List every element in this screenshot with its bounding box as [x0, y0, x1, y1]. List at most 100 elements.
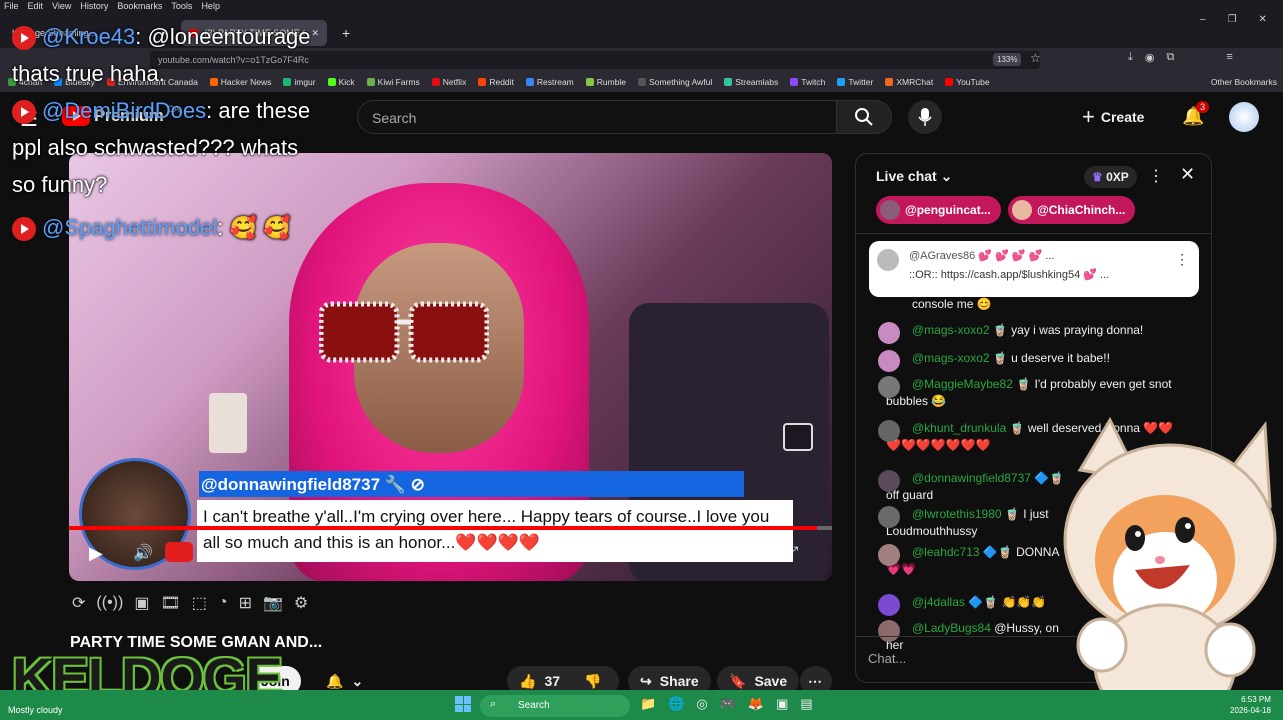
extension-icon[interactable]: ◉	[1145, 51, 1155, 64]
bookmark-item[interactable]: Restream	[525, 77, 574, 87]
play-icon[interactable]: ▶	[89, 543, 103, 564]
resize-icon[interactable]: ⬚	[192, 593, 207, 613]
message-username: @lwrotethis1980 🧋	[912, 507, 1020, 521]
discord-icon[interactable]: 🎮	[720, 696, 736, 712]
fullscreen-icon[interactable]: ⤢	[787, 543, 798, 560]
minimize-icon[interactable]: –	[1200, 14, 1206, 25]
taskbar-search[interactable]: Search	[480, 695, 630, 717]
bookmark-icon: 🔖	[729, 672, 747, 689]
bookmark-favicon-icon	[366, 78, 375, 86]
candle-jar	[209, 393, 247, 453]
puzzle-icon[interactable]: ⧉	[1166, 51, 1174, 64]
loop-icon[interactable]: ⟳	[72, 593, 85, 613]
bookmark-label: YouTube	[956, 77, 990, 87]
menu-item-help[interactable]: Help	[201, 1, 220, 11]
search-icon: ⌕	[490, 698, 497, 710]
bookmark-item[interactable]: Twitter	[837, 77, 873, 87]
bookmark-star-icon[interactable]: ☆	[1030, 51, 1041, 65]
firefox-icon[interactable]: 🦊	[748, 696, 764, 712]
overlay-username: @Kroe43	[42, 24, 136, 49]
app-icon[interactable]: ▣	[776, 696, 788, 712]
screenshot-icon[interactable]: ▣	[134, 593, 149, 613]
volume-icon[interactable]: 🔊	[133, 543, 153, 563]
overlay-message: @Spaghettimodel: 🥰 🥰	[12, 209, 312, 246]
speed-icon[interactable]: ◔	[218, 594, 228, 612]
zoom-indicator[interactable]: 133%	[993, 53, 1022, 66]
chat-message: @MaggieMaybe82 🧋 I'd probably even get s…	[878, 376, 1186, 410]
create-button[interactable]: + Create	[1082, 102, 1162, 132]
new-tab-button[interactable]: +	[334, 20, 354, 46]
overlay-username: @DemiBirdDoes	[42, 98, 207, 123]
menu-item-file[interactable]: File	[4, 1, 19, 11]
menu-item-edit[interactable]: Edit	[28, 1, 44, 11]
close-window-icon[interactable]: ✕	[1259, 14, 1267, 25]
download-icon[interactable]: ⤓	[1128, 51, 1133, 64]
cast-icon[interactable]: ((•))	[96, 594, 123, 612]
voice-search-button[interactable]	[908, 100, 942, 134]
close-icon[interactable]: ✕	[311, 28, 319, 39]
menu-icon[interactable]: ≡	[1226, 51, 1232, 64]
youtube-icon	[12, 26, 36, 51]
notifications-button[interactable]: 🔔 3	[1182, 101, 1210, 127]
pinned-avatar	[877, 249, 899, 271]
sunglasses-image	[319, 301, 489, 363]
xp-badge[interactable]: ♛ 0XP	[1084, 166, 1137, 188]
like-icon[interactable]: 👍	[519, 673, 536, 690]
weather-widget[interactable]: Mostly cloudy	[8, 705, 63, 715]
bookmark-item[interactable]: Reddit	[478, 77, 514, 87]
menu-item-history[interactable]: History	[80, 1, 108, 11]
theater-mode-icon[interactable]: ▭	[743, 543, 756, 560]
search-input[interactable]: Search	[357, 100, 837, 134]
search-icon	[855, 108, 873, 126]
like-count: 37	[544, 673, 561, 689]
bookmark-item[interactable]: Something Awful	[638, 77, 712, 87]
menu-item-bookmarks[interactable]: Bookmarks	[117, 1, 162, 11]
ticker-item[interactable]: @penguincat...	[876, 196, 1001, 224]
enhancer-toolbar: ⟳ ((•)) ▣ 🎞 ⬚ ◔ ⊞ 📷 ⚙	[72, 590, 372, 616]
windows-start-icon[interactable]	[455, 696, 471, 712]
message-username: @leahdc713 🔷🧋	[912, 545, 1013, 559]
bookmark-item[interactable]: Streamlabs	[724, 77, 778, 87]
chrome-icon[interactable]: ◎	[696, 696, 707, 712]
picture-in-picture-icon[interactable]	[783, 423, 813, 451]
bookmark-item[interactable]: YouTube	[945, 77, 990, 87]
live-chat-mode-dropdown[interactable]: Live chat ⌄	[876, 168, 952, 185]
dislike-icon[interactable]: 👎	[584, 673, 601, 690]
menu-item-tools[interactable]: Tools	[171, 1, 192, 11]
browser-toolbar-icons: ⤓ ◉ ⧉ ≡	[1128, 51, 1233, 64]
message-username: @mags-xoxo2 🧋	[912, 351, 1008, 365]
ticker-label: @penguincat...	[905, 203, 991, 217]
bookmark-label: Twitch	[801, 77, 826, 87]
other-bookmarks[interactable]: Other Bookmarks	[1211, 77, 1283, 87]
pinned-message[interactable]: @AGraves86 💕 💕 💕 💕 ... ::OR:: https://ca…	[869, 241, 1199, 297]
create-label: Create	[1100, 109, 1145, 125]
search-button[interactable]	[836, 100, 892, 134]
close-icon[interactable]: ✕	[1180, 164, 1195, 185]
film-icon[interactable]: 🎞	[160, 593, 180, 613]
bookmark-favicon-icon	[585, 78, 594, 86]
edge-browser-icon[interactable]: 🌐	[668, 696, 684, 712]
bookmark-item[interactable]: Rumble	[585, 77, 626, 87]
more-options-icon[interactable]: ⋮	[1148, 166, 1164, 186]
bookmark-item[interactable]: Kick	[327, 77, 355, 87]
progress-bar[interactable]	[69, 526, 832, 530]
taskbar-clock[interactable]: 6:53 PM 2026-04-18	[1230, 694, 1271, 716]
avatar[interactable]	[1229, 102, 1259, 132]
file-explorer-icon[interactable]: 📁	[640, 696, 656, 712]
pinned-menu-icon[interactable]: ⋮	[1175, 251, 1189, 268]
bookmark-item[interactable]: Netflix	[431, 77, 466, 87]
camera-icon[interactable]: 📷	[263, 593, 283, 613]
gear-icon[interactable]: ⚙	[294, 593, 308, 613]
bookmark-item[interactable]: Kiwi Farms	[366, 77, 420, 87]
overlay-message: @DemiBirdDoes: are these ppl also schwas…	[12, 98, 311, 197]
share-icon: ↪	[640, 672, 652, 689]
bookmark-item[interactable]: Twitch	[790, 77, 825, 87]
ticker-item[interactable]: @ChiaChinch...	[1008, 196, 1136, 224]
settings-icon[interactable]: ⚙	[701, 543, 715, 563]
calculator-icon[interactable]: ▤	[800, 696, 812, 712]
add-icon[interactable]: ⊞	[239, 593, 252, 613]
bookmark-label: Restream	[536, 77, 574, 87]
bookmark-item[interactable]: XMRChat	[885, 77, 933, 87]
menu-item-view[interactable]: View	[52, 1, 71, 11]
maximize-icon[interactable]: ❐	[1228, 14, 1237, 25]
